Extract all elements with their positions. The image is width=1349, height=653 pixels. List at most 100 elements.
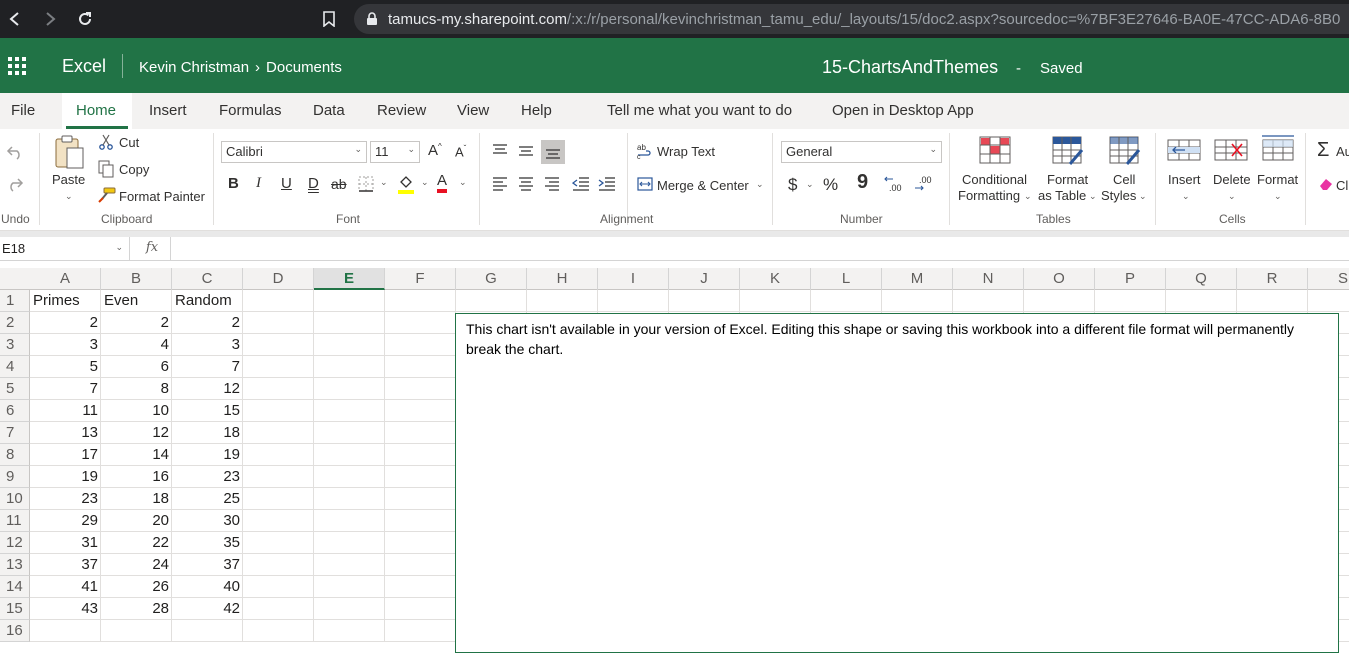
- table-cell[interactable]: 4: [101, 334, 172, 356]
- fill-color-icon[interactable]: [396, 174, 416, 194]
- format-as-table-label-1[interactable]: Format: [1047, 172, 1088, 187]
- insert-cells-button[interactable]: Insert: [1168, 172, 1201, 187]
- cell-styles-label-2[interactable]: Styles: [1101, 188, 1136, 203]
- table-cell[interactable]: 41: [30, 576, 101, 598]
- table-cell[interactable]: 26: [101, 576, 172, 598]
- table-cell[interactable]: 13: [30, 422, 101, 444]
- currency-button[interactable]: $: [788, 175, 797, 195]
- table-cell[interactable]: 3: [30, 334, 101, 356]
- font-color-button[interactable]: A: [437, 173, 448, 193]
- table-cell[interactable]: 25: [172, 488, 243, 510]
- forward-icon[interactable]: [39, 8, 61, 30]
- copy-button[interactable]: Copy: [119, 162, 149, 177]
- align-middle-icon[interactable]: [516, 141, 536, 161]
- align-top-icon[interactable]: [490, 141, 510, 159]
- align-right-icon[interactable]: [542, 175, 562, 193]
- column-header-n[interactable]: N: [953, 268, 1024, 290]
- tab-home[interactable]: Home: [76, 102, 116, 119]
- eraser-icon[interactable]: [1317, 176, 1335, 192]
- redo-icon[interactable]: [4, 173, 26, 195]
- chevron-down-icon[interactable]: ⌄: [1089, 191, 1097, 202]
- row-header-1[interactable]: 1: [0, 290, 30, 312]
- bold-button[interactable]: B: [228, 175, 239, 192]
- row-header-2[interactable]: 2: [0, 312, 30, 334]
- cut-button[interactable]: Cut: [119, 135, 139, 150]
- row-header-11[interactable]: 11: [0, 510, 30, 532]
- app-name[interactable]: Excel: [62, 56, 106, 77]
- row-header-4[interactable]: 4: [0, 356, 30, 378]
- decrease-indent-icon[interactable]: [571, 175, 591, 193]
- tab-view[interactable]: View: [457, 102, 489, 119]
- align-center-icon[interactable]: [516, 175, 536, 193]
- autosum-icon[interactable]: Σ: [1317, 139, 1329, 162]
- row-header-7[interactable]: 7: [0, 422, 30, 444]
- align-bottom-icon[interactable]: [541, 140, 565, 164]
- tab-data[interactable]: Data: [313, 102, 345, 119]
- table-cell[interactable]: 30: [172, 510, 243, 532]
- cell-styles-label-1[interactable]: Cell: [1113, 172, 1135, 187]
- undo-icon[interactable]: [4, 141, 26, 163]
- column-header-r[interactable]: R: [1237, 268, 1308, 290]
- paste-dropdown-icon[interactable]: ⌄: [65, 191, 73, 202]
- underline-button[interactable]: U: [281, 175, 292, 192]
- table-cell[interactable]: 10: [101, 400, 172, 422]
- table-cell[interactable]: 29: [30, 510, 101, 532]
- chevron-down-icon[interactable]: ⌄: [806, 179, 814, 190]
- column-header-i[interactable]: I: [598, 268, 669, 290]
- increase-indent-icon[interactable]: [597, 175, 617, 193]
- row-header-12[interactable]: 12: [0, 532, 30, 554]
- table-cell[interactable]: 22: [101, 532, 172, 554]
- row-header-13[interactable]: 13: [0, 554, 30, 576]
- table-cell[interactable]: 12: [172, 378, 243, 400]
- header-cell[interactable]: Primes: [30, 290, 101, 312]
- chevron-down-icon[interactable]: ⌄: [1228, 191, 1236, 202]
- table-cell[interactable]: 5: [30, 356, 101, 378]
- address-bar[interactable]: tamucs-my.sharepoint.com/:x:/r/personal/…: [354, 4, 1349, 34]
- table-cell[interactable]: 20: [101, 510, 172, 532]
- align-left-icon[interactable]: [490, 175, 510, 193]
- chevron-down-icon[interactable]: ⌄: [1182, 191, 1190, 202]
- name-box[interactable]: E18 ⌄: [0, 237, 130, 261]
- table-cell[interactable]: 3: [172, 334, 243, 356]
- row-header-6[interactable]: 6: [0, 400, 30, 422]
- conditional-formatting-label-2[interactable]: Formatting: [958, 188, 1020, 203]
- row-header-15[interactable]: 15: [0, 598, 30, 620]
- reload-icon[interactable]: [74, 8, 96, 30]
- tab-review[interactable]: Review: [377, 102, 426, 119]
- tab-file[interactable]: File: [11, 102, 35, 119]
- row-header-9[interactable]: 9: [0, 466, 30, 488]
- chevron-down-icon[interactable]: ⌄: [1024, 191, 1032, 202]
- decrease-decimal-icon[interactable]: .00: [912, 174, 934, 194]
- app-launcher-icon[interactable]: [8, 57, 26, 80]
- conditional-formatting-label-1[interactable]: Conditional: [962, 172, 1027, 187]
- chevron-down-icon[interactable]: ⌄: [1139, 191, 1147, 202]
- table-cell[interactable]: 23: [30, 488, 101, 510]
- table-cell[interactable]: 2: [30, 312, 101, 334]
- column-header-a[interactable]: A: [30, 268, 101, 290]
- chevron-down-icon[interactable]: ⌄: [756, 179, 764, 190]
- table-cell[interactable]: 15: [172, 400, 243, 422]
- increase-decimal-icon[interactable]: .00: [882, 174, 904, 194]
- table-cell[interactable]: 14: [101, 444, 172, 466]
- table-cell[interactable]: 11: [30, 400, 101, 422]
- increase-font-icon[interactable]: A^: [428, 142, 442, 159]
- column-header-c[interactable]: C: [172, 268, 243, 290]
- comma-style-button[interactable]: 9: [857, 171, 868, 194]
- column-header-h[interactable]: H: [527, 268, 598, 290]
- row-header-14[interactable]: 14: [0, 576, 30, 598]
- double-underline-button[interactable]: D: [308, 175, 319, 192]
- column-header-j[interactable]: J: [669, 268, 740, 290]
- table-cell[interactable]: 7: [172, 356, 243, 378]
- table-cell[interactable]: 24: [101, 554, 172, 576]
- table-cell[interactable]: 18: [172, 422, 243, 444]
- paste-icon[interactable]: [52, 133, 86, 171]
- bookmark-icon[interactable]: [318, 8, 340, 30]
- tab-help[interactable]: Help: [521, 102, 552, 119]
- percent-button[interactable]: %: [823, 175, 838, 195]
- table-cell[interactable]: 6: [101, 356, 172, 378]
- table-cell[interactable]: 12: [101, 422, 172, 444]
- header-cell[interactable]: Random: [172, 290, 243, 312]
- column-header-b[interactable]: B: [101, 268, 172, 290]
- table-cell[interactable]: 7: [30, 378, 101, 400]
- tab-insert[interactable]: Insert: [149, 102, 187, 119]
